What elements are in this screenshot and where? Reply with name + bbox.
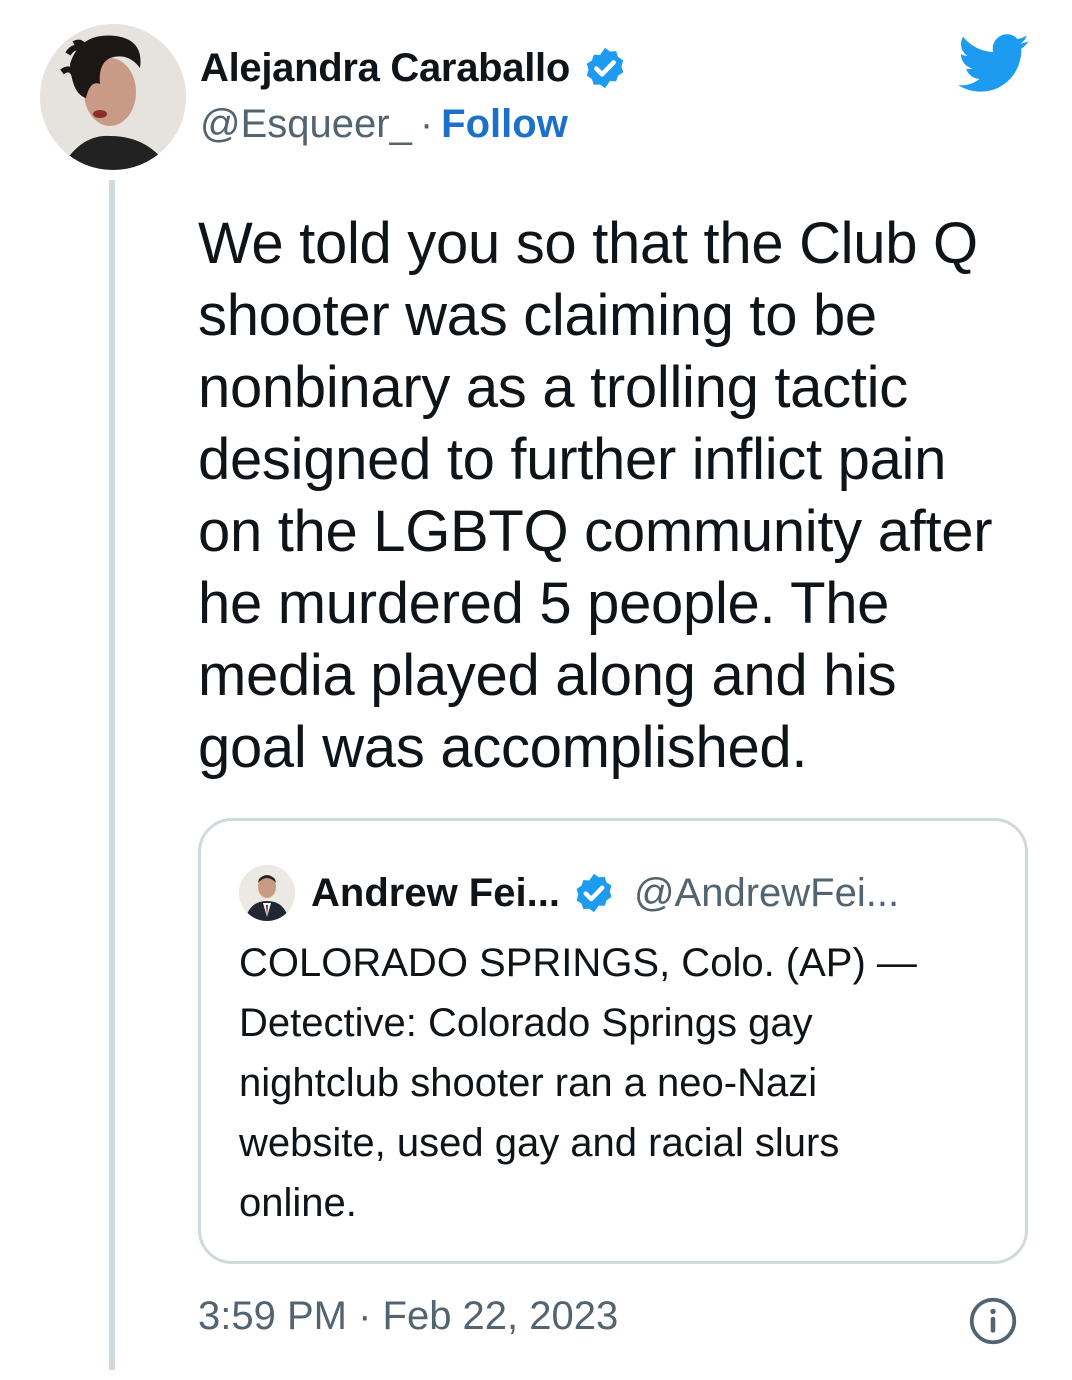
twitter-bird-icon[interactable] (958, 34, 1030, 94)
quoted-tweet-text: COLORADO SPRINGS, Colo. (AP) — Detective… (239, 941, 917, 1225)
quoted-verified-badge-icon (576, 873, 612, 913)
thread-line (109, 180, 115, 1370)
verified-badge-icon (586, 47, 624, 89)
author-handle[interactable]: @Esqueer_ (200, 102, 412, 147)
quoted-tweet[interactable]: Andrew Fei... @AndrewFei... COLORADO SPR… (198, 818, 1028, 1264)
quoted-author-avatar (239, 865, 295, 921)
follow-button[interactable]: Follow (441, 102, 568, 147)
quoted-author-name: Andrew Fei... (311, 870, 560, 915)
author-name-row: Alejandra Caraballo (200, 44, 628, 92)
author-name[interactable]: Alejandra Caraballo (200, 46, 570, 91)
avatar-photo (40, 24, 186, 170)
handle-row: @Esqueer_ · Follow (200, 102, 628, 147)
quoted-tweet-header: Andrew Fei... @AndrewFei... (239, 865, 899, 921)
tweet-text: We told you so that the Club Q shooter w… (198, 211, 993, 780)
tweet-timestamp[interactable]: 3:59 PM · Feb 22, 2023 (198, 1294, 618, 1339)
info-icon[interactable] (968, 1296, 1018, 1346)
separator-dot: · (419, 102, 434, 146)
author-avatar[interactable] (40, 24, 186, 170)
quoted-avatar-photo (239, 865, 295, 921)
quoted-author-handle: @AndrewFei... (633, 870, 900, 915)
tweet-header: Alejandra Caraballo @Esqueer_ · Follow (200, 44, 628, 147)
